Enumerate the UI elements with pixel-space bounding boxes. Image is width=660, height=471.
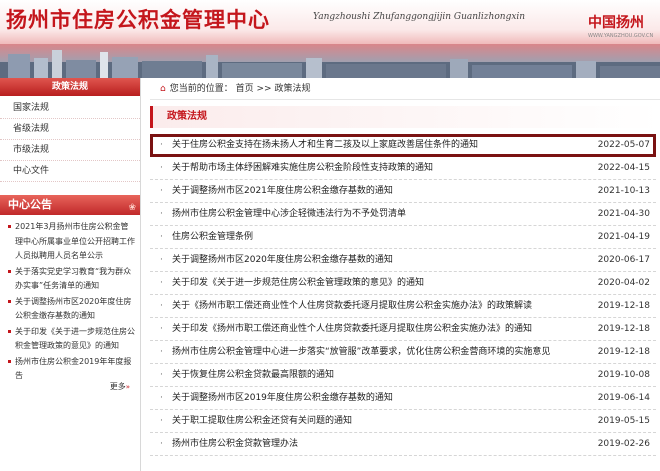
city-skyline-image: [0, 50, 660, 78]
notice-item[interactable]: 2021年3月扬州市住房公积金管理中心所属事业单位公开招聘工作人员拟聘用人员名单…: [8, 220, 135, 264]
article-title[interactable]: 关于帮助市场主体纾困解难实施住房公积金阶段性支持政策的通知: [172, 157, 600, 179]
site-title: 扬州市住房公积金管理中心: [6, 7, 270, 32]
list-item[interactable]: · 关于调整扬州市区2020年度住房公积金缴存基数的通知 2020-06-17: [150, 249, 656, 272]
left-sidebar: 政策法规 国家法规 省级法规 市级法规 中心文件 中心公告 ❀ 2021年3月扬…: [0, 78, 141, 471]
ornament-icon: ❀: [128, 203, 136, 213]
article-date: 2019-05-15: [597, 416, 650, 426]
notice-item[interactable]: 关于落实党史学习教育“我为群众办实事”任务清单的通知: [8, 265, 135, 294]
bullet: ·: [160, 278, 163, 288]
article-title[interactable]: 关于印发《关于进一步规范住房公积金管理政策的意见》的通知: [172, 272, 600, 294]
bullet: ·: [160, 163, 163, 173]
list-item[interactable]: · 扬州市住房公积金管理中心进一步落实“放管服”改革要求，优化住房公积金营商环境的…: [150, 341, 656, 364]
more-link[interactable]: 更多»: [110, 381, 130, 392]
sidebar-item-provincial[interactable]: 省级法规: [0, 119, 140, 140]
bullet: ·: [160, 324, 163, 334]
site-header: 扬州市住房公积金管理中心 Yangzhoushi Zhufanggongjiji…: [0, 0, 660, 78]
bullet: ·: [160, 439, 163, 449]
article-title[interactable]: 关于调整扬州市区2020年度住房公积金缴存基数的通知: [172, 249, 600, 271]
list-item[interactable]: · 扬州市住房公积金管理中心涉企轻微违法行为不予处罚清单 2021-04-30: [150, 203, 656, 226]
breadcrumb-current[interactable]: 政策法规: [274, 84, 310, 94]
article-date: 2022-05-07: [597, 140, 650, 150]
breadcrumb-separator: >>: [256, 84, 272, 94]
double-chevron-right-icon: »: [125, 383, 130, 391]
article-date: 2019-12-18: [597, 301, 650, 311]
bullet: ·: [160, 186, 163, 196]
bullet: ·: [160, 370, 163, 380]
sidebar-item-national[interactable]: 国家法规: [0, 98, 140, 119]
sidebar-item-municipal[interactable]: 市级法规: [0, 140, 140, 161]
list-item[interactable]: · 关于恢复住房公积金贷款最高限额的通知 2019-10-08: [150, 364, 656, 387]
notice-heading-text: 中心公告: [8, 198, 52, 211]
article-list: · 关于住房公积金支持在扬未扬人才和生育二孩及以上家庭改善居住条件的通知 2022-…: [150, 134, 660, 456]
list-item[interactable]: · 关于印发《扬州市职工偿还商业性个人住房贷款委托逐月提取住房公积金实施办法》的通…: [150, 318, 656, 341]
notice-item[interactable]: 扬州市住房公积金2019年年度报告: [8, 355, 135, 384]
article-title[interactable]: 住房公积金管理条例: [172, 226, 600, 248]
article-date: 2021-04-19: [597, 232, 650, 242]
bullet: ·: [160, 301, 163, 311]
section-title: 政策法规: [150, 106, 660, 128]
list-item[interactable]: · 关于住房公积金支持在扬未扬人才和生育二孩及以上家庭改善居住条件的通知 2022-…: [150, 134, 656, 157]
bullet: ·: [160, 347, 163, 357]
main-content: ⌂ 您当前的位置： 首页 >> 政策法规 政策法规 · 关于住房公积金支持在扬未扬人…: [150, 78, 660, 471]
list-item[interactable]: · 关于印发《关于进一步规范住房公积金管理政策的意见》的通知 2020-04-02: [150, 272, 656, 295]
article-title[interactable]: 关于恢复住房公积金贷款最高限额的通知: [172, 364, 600, 386]
article-date: 2019-02-26: [597, 439, 650, 449]
home-icon: ⌂: [160, 84, 166, 94]
article-date: 2021-10-13: [597, 186, 650, 196]
article-date: 2020-04-02: [597, 278, 650, 288]
bullet: ·: [160, 393, 163, 403]
city-logo[interactable]: 中国扬州 WWW.YANGZHOU.GOV.CN: [588, 12, 653, 39]
article-title[interactable]: 扬州市住房公积金管理中心进一步落实“放管服”改革要求，优化住房公积金营商环境的实…: [172, 341, 600, 363]
list-item[interactable]: · 关于调整扬州市区2019年度住房公积金缴存基数的通知 2019-06-14: [150, 387, 656, 410]
sidebar-item-center-docs[interactable]: 中心文件: [0, 161, 140, 182]
bullet: ·: [160, 232, 163, 242]
article-title[interactable]: 关于《扬州市职工偿还商业性个人住房贷款委托逐月提取住房公积金实施办法》的政策解读: [172, 295, 600, 317]
article-title[interactable]: 关于住房公积金支持在扬未扬人才和生育二孩及以上家庭改善居住条件的通知: [172, 134, 600, 156]
sidebar-menu: 国家法规 省级法规 市级法规 中心文件: [0, 96, 140, 182]
sidebar-heading: 政策法规: [0, 78, 140, 96]
list-item[interactable]: · 关于帮助市场主体纾困解难实施住房公积金阶段性支持政策的通知 2022-04-15: [150, 157, 656, 180]
logo-text: 中国扬州: [588, 15, 644, 31]
bullet: ·: [160, 416, 163, 426]
article-title[interactable]: 扬州市住房公积金贷款管理办法: [172, 433, 600, 455]
article-date: 2019-12-18: [597, 324, 650, 334]
article-title[interactable]: 扬州市住房公积金管理中心涉企轻微违法行为不予处罚清单: [172, 203, 600, 225]
list-item[interactable]: · 关于《扬州市职工偿还商业性个人住房贷款委托逐月提取住房公积金实施办法》的政策解…: [150, 295, 656, 318]
bullet: ·: [160, 140, 163, 150]
breadcrumb-home[interactable]: 首页: [236, 84, 254, 94]
bullet: ·: [160, 255, 163, 265]
list-item[interactable]: · 住房公积金管理条例 2021-04-19: [150, 226, 656, 249]
list-item[interactable]: · 关于职工提取住房公积金还贷有关问题的通知 2019-05-15: [150, 410, 656, 433]
article-date: 2021-04-30: [597, 209, 650, 219]
article-title[interactable]: 关于调整扬州市区2019年度住房公积金缴存基数的通知: [172, 387, 600, 409]
notice-item[interactable]: 关于印发《关于进一步规范住房公积金管理政策的意见》的通知: [8, 325, 135, 354]
article-date: 2020-06-17: [597, 255, 650, 265]
article-date: 2019-12-18: [597, 347, 650, 357]
notice-heading: 中心公告 ❀: [0, 195, 140, 215]
notice-list: 2021年3月扬州市住房公积金管理中心所属事业单位公开招聘工作人员拟聘用人员名单…: [0, 215, 140, 384]
more-link-text: 更多: [109, 382, 126, 391]
list-item[interactable]: · 扬州市住房公积金贷款管理办法 2019-02-26: [150, 433, 656, 456]
article-title[interactable]: 关于调整扬州市区2021年度住房公积金缴存基数的通知: [172, 180, 600, 202]
article-title[interactable]: 关于职工提取住房公积金还贷有关问题的通知: [172, 410, 600, 432]
logo-url: WWW.YANGZHOU.GOV.CN: [588, 33, 654, 39]
breadcrumb: ⌂ 您当前的位置： 首页 >> 政策法规: [150, 78, 660, 100]
site-pinyin: Yangzhoushi Zhufanggongjijin Guanlizhong…: [313, 12, 526, 22]
article-title[interactable]: 关于印发《扬州市职工偿还商业性个人住房贷款委托逐月提取住房公积金实施办法》的通知: [172, 318, 600, 340]
breadcrumb-prefix: 您当前的位置：: [169, 84, 233, 94]
notice-item[interactable]: 关于调整扬州市区2020年度住房公积金缴存基数的通知: [8, 295, 135, 324]
list-item[interactable]: · 关于调整扬州市区2021年度住房公积金缴存基数的通知 2021-10-13: [150, 180, 656, 203]
article-date: 2019-10-08: [597, 370, 650, 380]
bullet: ·: [160, 209, 163, 219]
article-date: 2022-04-15: [597, 163, 650, 173]
article-date: 2019-06-14: [597, 393, 650, 403]
